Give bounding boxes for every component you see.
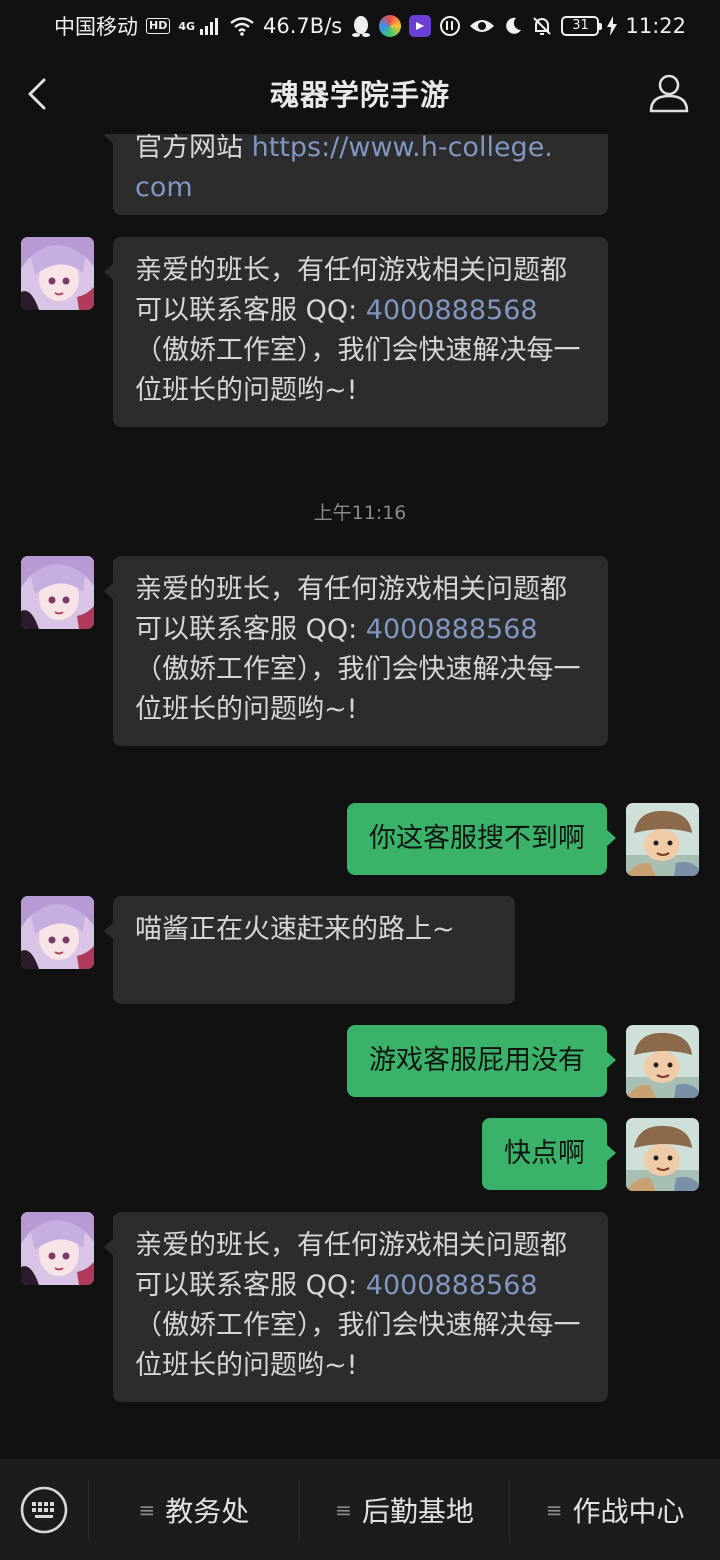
website-link-part1[interactable]: https://www.h-college. [252,134,553,163]
message-text: 游戏客服屁用没有 [369,1045,585,1076]
profile-button[interactable] [648,72,690,114]
message-text: 你这客服搜不到啊 [369,823,585,854]
qq-penguin-icon [352,16,371,37]
bot-avatar[interactable] [21,237,94,310]
battery-indicator: 31 [561,16,603,36]
chat-screen: 中国移动 HD 4G 46.7B/s 31 11:22 魂器学院手游 官方网站 … [0,0,720,1560]
status-bar: 中国移动 HD 4G 46.7B/s 31 11:22 [0,0,720,52]
user-avatar[interactable] [626,803,699,876]
clock: 11:22 [625,14,686,38]
message-text: （傲娇工作室），我们会快速解决每一位班长的问题哟~! [135,654,581,725]
message-bubble-qq-info[interactable]: 亲爱的班长，有任何游戏相关问题都可以联系客服 QQ: 4000888568（傲娇… [104,1212,608,1402]
menu-lines-icon: ≡ [138,1498,156,1522]
message-text: 官方网站 [135,134,252,163]
message-text: （傲娇工作室），我们会快速解决每一位班长的问题哟~! [135,1310,581,1381]
chevron-left-icon [28,78,46,110]
message-bubble-qq-info[interactable]: 亲爱的班长，有任何游戏相关问题都可以联系客服 QQ: 4000888568（傲娇… [104,237,608,427]
user-message-bubble[interactable]: 游戏客服屁用没有 [347,1025,616,1097]
menu-item-label: 后勤基地 [361,1495,474,1528]
message-text: 喵酱正在火速赶来的路上~ [135,914,455,945]
website-link-part2[interactable]: com [135,172,193,203]
back-button[interactable] [22,74,58,114]
moon-icon [506,17,522,34]
message-bubble-reply[interactable]: 喵酱正在火速赶来的路上~ [104,896,515,1004]
message-timestamp: 上午11:16 [313,502,407,524]
user-message-bubble[interactable]: 你这客服搜不到啊 [347,803,616,875]
keyboard-toggle-button[interactable] [0,1460,88,1560]
app-colorful-icon [379,15,402,37]
bot-avatar[interactable] [21,556,94,629]
qq-number-link[interactable]: 4000888568 [366,614,538,645]
chat-title: 魂器学院手游 [269,78,450,112]
signal-icon [200,18,219,35]
eye-icon [470,20,495,32]
message-bubble-website[interactable]: 官方网站 https://www.h-college. com [104,134,608,215]
menu-item-logistics-base[interactable]: ≡ 后勤基地 [298,1480,510,1540]
hd-badge: HD [146,18,171,34]
message-list[interactable]: 官方网站 https://www.h-college. com 亲爱的班长，有任… [0,134,720,1459]
person-icon [649,74,689,113]
message-text: （傲娇工作室），我们会快速解决每一位班长的问题哟~! [135,335,581,406]
menu-lines-icon: ≡ [335,1498,352,1522]
data-saver-icon [440,16,461,36]
user-message-bubble[interactable]: 快点啊 [482,1118,616,1190]
menu-item-academic-office[interactable]: ≡ 教务处 [88,1480,299,1540]
wifi-icon [230,17,254,36]
status-left: 中国移动 HD 4G 46.7B/s [54,11,342,41]
message-text: 快点啊 [504,1138,585,1169]
keyboard-icon [20,1486,68,1534]
qq-number-link[interactable]: 4000888568 [366,1270,538,1301]
bot-avatar[interactable] [21,896,94,969]
message-bubble-qq-info[interactable]: 亲爱的班长，有任何游戏相关问题都可以联系客服 QQ: 4000888568（傲娇… [104,556,608,746]
user-avatar[interactable] [626,1025,699,1098]
menu-item-label: 作战中心 [572,1495,685,1528]
mute-bell-icon [533,17,552,35]
charging-bolt-icon [607,16,618,36]
app-purple-icon [409,15,432,37]
chat-header: 魂器学院手游 [0,52,720,134]
bot-avatar[interactable] [21,1212,94,1285]
menu-lines-icon: ≡ [545,1498,563,1522]
carrier-label: 中国移动 [54,15,138,39]
status-right: 31 11:22 [351,14,686,38]
network-speed: 46.7B/s [263,14,343,38]
menu-item-label: 教务处 [165,1495,250,1528]
user-avatar[interactable] [626,1118,699,1191]
network-type: 4G [178,19,196,33]
bottom-menu-bar: ≡ 教务处 ≡ 后勤基地 ≡ 作战中心 [0,1459,720,1560]
qq-number-link[interactable]: 4000888568 [366,295,538,326]
menu-item-combat-center[interactable]: ≡ 作战中心 [509,1480,720,1540]
